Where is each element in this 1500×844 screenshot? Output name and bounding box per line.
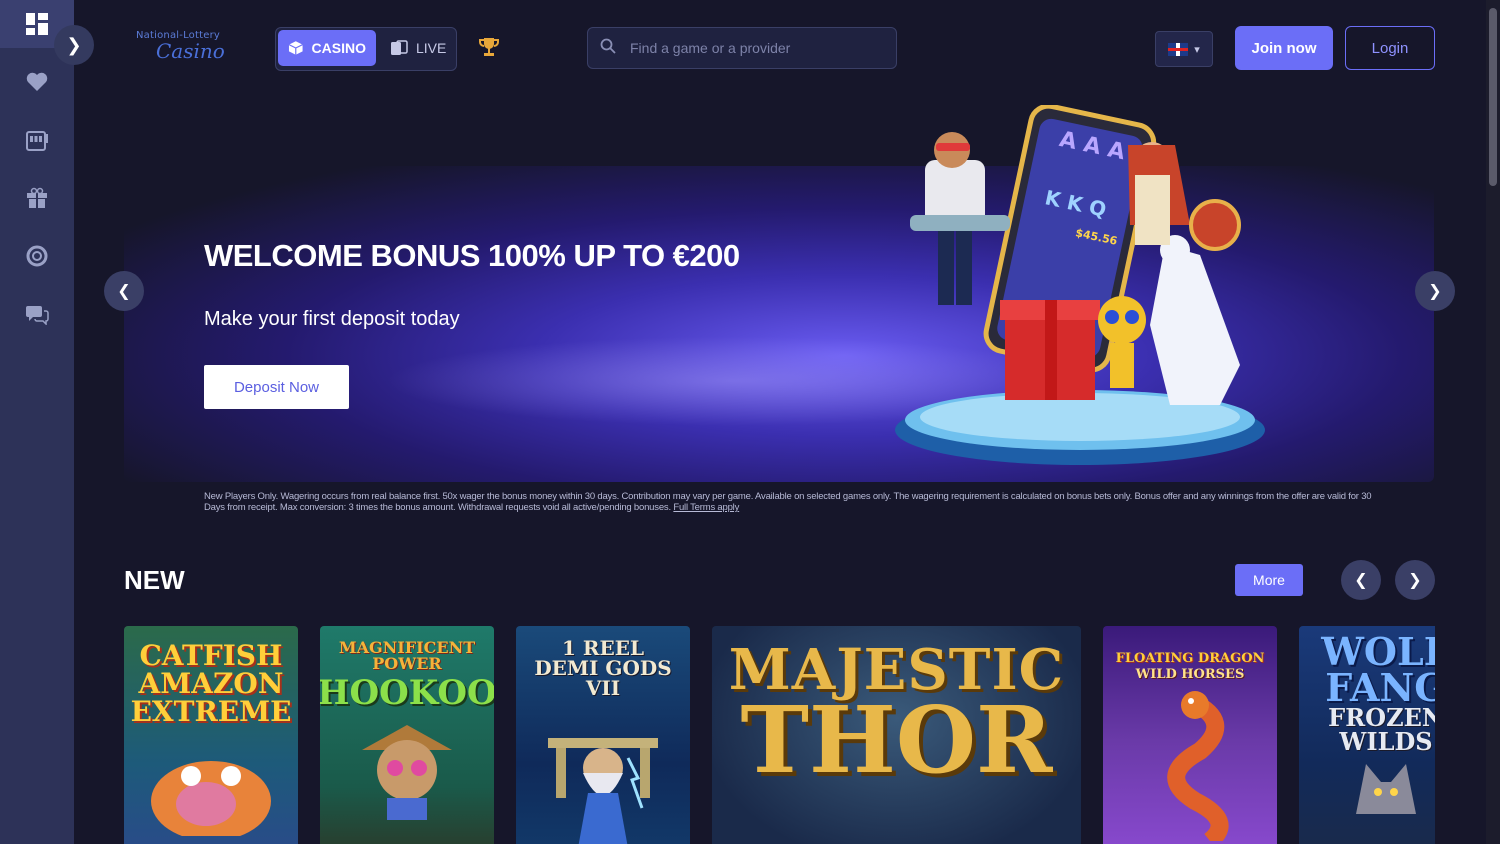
games-next-button[interactable]: ❯ [1395, 560, 1435, 600]
sidebar-item-promotions[interactable] [0, 174, 74, 222]
deposit-now-button[interactable]: Deposit Now [204, 365, 349, 409]
dragon-artwork [1167, 691, 1229, 841]
cube-icon [288, 41, 303, 55]
game-tile[interactable]: FLOATING DRAGON WILD HORSES [1103, 626, 1277, 844]
search-icon [588, 38, 628, 59]
voodoo-doll-artwork [362, 725, 452, 820]
game-title-line: HOOKOO [320, 673, 494, 713]
hero-subtitle: Make your first deposit today [204, 308, 460, 330]
chevron-right-icon: ❯ [66, 34, 82, 55]
games-prev-button[interactable]: ❮ [1341, 560, 1381, 600]
login-button[interactable]: Login [1345, 26, 1435, 70]
tab-live-label: LIVE [416, 40, 447, 56]
scrollbar-thumb[interactable] [1489, 8, 1497, 186]
chevron-right-icon: ❯ [1408, 572, 1422, 589]
lifebuoy-icon [26, 245, 48, 267]
gift-icon [27, 187, 47, 208]
join-now-button[interactable]: Join now [1235, 26, 1333, 70]
trophy-icon [479, 38, 499, 56]
chevron-left-icon: ❮ [117, 283, 131, 300]
game-tile[interactable]: MAJESTIC THOR [712, 626, 1081, 844]
hero-next-button[interactable]: ❯ [1415, 271, 1455, 311]
chevron-down-icon: ▾ [1194, 43, 1200, 56]
game-tile[interactable]: WOLF FANG FROZEN WILDS [1299, 626, 1435, 844]
dashboard-icon [26, 13, 48, 35]
catfish-artwork [151, 761, 271, 836]
game-title-line: FANG [1325, 665, 1435, 711]
uk-flag-icon [1168, 42, 1189, 56]
slot-machine-icon [26, 131, 48, 151]
game-tile[interactable]: CATFISH AMAZON EXTREME [124, 626, 298, 844]
mode-switch: CASINO LIVE [275, 27, 457, 71]
game-title-line: DEMI GODS VII [534, 656, 672, 700]
game-title-line: EXTREME [130, 695, 292, 728]
hero-prev-button[interactable]: ❮ [104, 271, 144, 311]
game-title-line: FLOATING DRAGON [1115, 651, 1265, 666]
chat-support-icon [26, 306, 49, 325]
page-scrollbar[interactable] [1486, 0, 1500, 844]
zeus-artwork [548, 738, 658, 844]
tab-casino[interactable]: CASINO [278, 30, 376, 66]
full-terms-link[interactable]: Full Terms apply [673, 502, 739, 513]
tab-live[interactable]: LIVE [380, 30, 456, 66]
game-title-line: WILD HORSES [1135, 667, 1245, 682]
sidebar-item-responsible-gaming[interactable] [0, 232, 74, 280]
sidebar-item-favorites[interactable] [0, 58, 74, 106]
sidebar-toggle-button[interactable]: ❯ [54, 25, 94, 65]
section-title-new: NEW [124, 565, 185, 595]
hero-artwork: A A A K K Q $45.56 [895, 105, 1265, 465]
sidebar-item-slots[interactable] [0, 116, 74, 164]
wolf-artwork [1356, 764, 1416, 815]
sidebar-item-support[interactable] [0, 290, 74, 338]
logo-bottom-text: Casino [156, 39, 225, 63]
search-input[interactable] [628, 39, 882, 57]
chevron-left-icon: ❮ [1354, 572, 1368, 589]
game-title-line: POWER [372, 654, 442, 673]
game-tile[interactable]: MAGNIFICENT POWER HOOKOO [320, 626, 494, 844]
game-title-line: THOR [740, 686, 1053, 794]
hero-title: WELCOME BONUS 100% UP TO €200 [204, 238, 740, 273]
tournaments-button[interactable] [478, 36, 500, 64]
bonus-terms: New Players Only. Wagering occurs from r… [204, 491, 1379, 513]
language-selector[interactable]: ▾ [1155, 31, 1213, 67]
logo[interactable]: National-Lottery Casino [136, 30, 236, 66]
game-title-line: 1 REEL [561, 636, 645, 660]
game-title-line: AMAZON [138, 667, 284, 700]
bonus-terms-text: New Players Only. Wagering occurs from r… [204, 491, 1372, 513]
more-button[interactable]: More [1235, 564, 1303, 596]
new-games-row: CATFISH AMAZON EXTREME MAGNIFICENT POWER… [124, 626, 1435, 844]
game-title-line: WILDS [1339, 727, 1433, 757]
tab-casino-label: CASINO [311, 40, 366, 56]
live-cards-icon [391, 40, 408, 55]
search-box [587, 27, 897, 69]
game-tile[interactable]: 1 REEL DEMI GODS VII [516, 626, 690, 844]
sidebar [0, 0, 74, 844]
game-title-line: CATFISH [139, 639, 283, 672]
chevron-right-icon: ❯ [1428, 283, 1442, 300]
heart-icon [26, 72, 48, 91]
